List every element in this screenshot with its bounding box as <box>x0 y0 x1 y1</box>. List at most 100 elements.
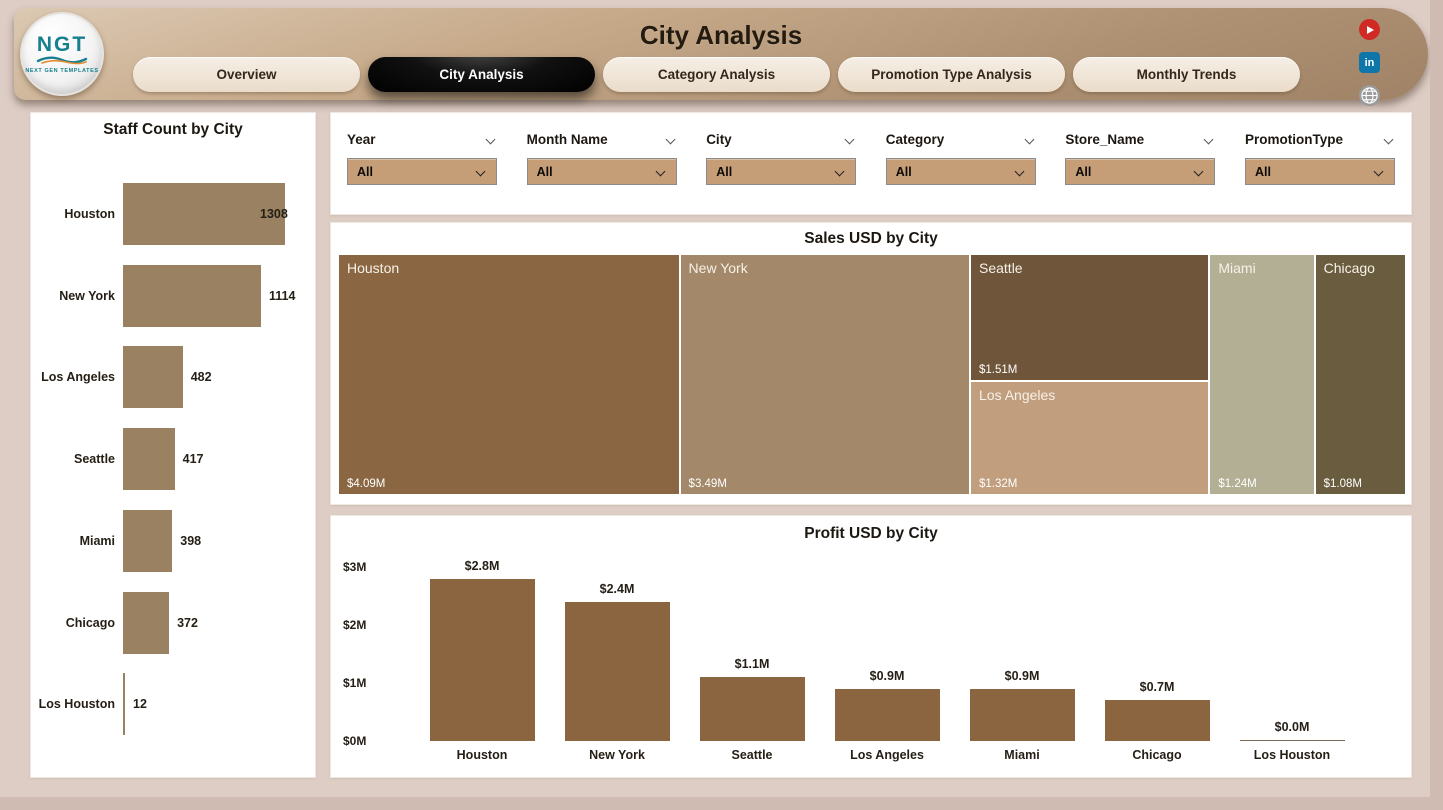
sales-treemap-panel: Sales USD by City Houston$4.09M New York $… <box>330 222 1412 505</box>
tab-overview[interactable]: Overview <box>133 57 360 92</box>
staff-category-label: Chicago <box>31 616 115 630</box>
filter-label: City <box>706 132 732 147</box>
filter-label: PromotionType <box>1245 132 1343 147</box>
chevron-down-icon <box>1194 167 1204 177</box>
profit-bar-seattle[interactable] <box>700 677 805 741</box>
staff-category-label: New York <box>31 289 115 303</box>
treemap-tile-name: New York <box>689 260 748 276</box>
filter-selected-value: All <box>716 165 732 179</box>
header-banner: NGT NEXT GEN TEMPLATES City Analysis Ove… <box>14 8 1428 100</box>
staff-bar[interactable] <box>123 510 172 572</box>
chevron-down-icon[interactable] <box>665 134 675 144</box>
profit-ytick: $0M <box>343 734 366 748</box>
profit-value-label: $2.4M <box>557 582 677 596</box>
staff-value-label: 1114 <box>269 289 295 303</box>
filter-dropdown[interactable]: All <box>886 158 1036 185</box>
chevron-down-icon[interactable] <box>1024 134 1034 144</box>
chevron-down-icon <box>476 167 486 177</box>
filter-header: Store_Name <box>1065 129 1215 149</box>
filter-label: Category <box>886 132 945 147</box>
nav-tabs: OverviewCity AnalysisCategory AnalysisPr… <box>133 57 1300 92</box>
profit-value-label: $0.9M <box>827 669 947 683</box>
treemap-tile-los-angeles[interactable]: Los Angeles $1.32M <box>971 382 1208 494</box>
filter-city: City All <box>706 129 856 214</box>
treemap-tile-seattle[interactable]: Seattle$1.51M <box>971 255 1208 380</box>
staff-bar[interactable] <box>123 346 183 408</box>
tab-city-analysis[interactable]: City Analysis <box>368 57 595 92</box>
profit-value-label: $0.0M <box>1232 720 1352 734</box>
treemap-column: Miami$1.24M <box>1210 255 1313 494</box>
linkedin-icon[interactable]: in <box>1359 52 1380 73</box>
staff-category-label: Los Angeles <box>31 370 115 384</box>
filter-dropdown[interactable]: All <box>347 158 497 185</box>
profit-category-label: Miami <box>957 748 1087 762</box>
staff-bar[interactable] <box>123 673 125 735</box>
profit-value-label: $2.8M <box>422 559 542 573</box>
tab-category-analysis[interactable]: Category Analysis <box>603 57 830 92</box>
profit-chart-title: Profit USD by City <box>331 525 1411 543</box>
staff-row-chicago: Chicago 372 <box>31 582 315 664</box>
profit-bar-chicago[interactable] <box>1105 700 1210 741</box>
chevron-down-icon[interactable] <box>1384 134 1394 144</box>
staff-chart-title: Staff Count by City <box>31 121 315 139</box>
profit-ytick: $1M <box>343 676 366 690</box>
profit-bar-miami[interactable] <box>970 689 1075 741</box>
chevron-down-icon[interactable] <box>486 134 496 144</box>
staff-value-label: 417 <box>183 452 204 466</box>
treemap-tile-houston[interactable]: Houston$4.09M <box>339 255 679 494</box>
profit-bar-los-angeles[interactable] <box>835 689 940 741</box>
treemap-tile-value: $1.32M <box>979 478 1017 490</box>
treemap-column: Seattle$1.51M Los Angeles $1.32M <box>971 255 1208 494</box>
treemap-tile-name: Houston <box>347 260 399 276</box>
staff-bar[interactable] <box>123 265 261 327</box>
treemap-tile-value: $1.08M <box>1324 478 1362 490</box>
profit-category-label: Los Houston <box>1227 748 1357 762</box>
profit-bar-houston[interactable] <box>430 579 535 741</box>
staff-bar[interactable] <box>123 592 169 654</box>
profit-value-label: $1.1M <box>692 657 812 671</box>
staff-value-label: 372 <box>177 616 198 630</box>
staff-category-label: Houston <box>31 207 115 221</box>
treemap-tile-name: Los Angeles <box>979 387 1055 403</box>
filter-dropdown[interactable]: All <box>706 158 856 185</box>
filter-month-name: Month NameAll <box>527 129 677 214</box>
staff-bar[interactable] <box>123 428 175 490</box>
profit-bar-los-houston[interactable] <box>1240 740 1345 742</box>
profit-category-label: Chicago <box>1092 748 1222 762</box>
treemap-tile-miami[interactable]: Miami$1.24M <box>1210 255 1313 494</box>
chevron-down-icon[interactable] <box>1204 134 1214 144</box>
logo-wave-icon <box>36 55 88 65</box>
profit-category-label: Los Angeles <box>822 748 952 762</box>
sales-treemap: Houston$4.09M New York $3.49M Seattle$1.51M… <box>339 255 1405 494</box>
tab-promotion-type-analysis[interactable]: Promotion Type Analysis <box>838 57 1065 92</box>
treemap-tile-chicago[interactable]: Chicago$1.08M <box>1316 255 1405 494</box>
staff-count-panel: Staff Count by City Houston1308 New York 1… <box>30 112 316 778</box>
filter-store-name: Store_Name All <box>1065 129 1215 214</box>
staff-row-houston: Houston1308 <box>31 173 315 255</box>
profit-bar-new-york[interactable] <box>565 602 670 741</box>
sales-chart-title: Sales USD by City <box>331 230 1411 248</box>
filter-selected-value: All <box>537 165 553 179</box>
treemap-tile-value: $3.49M <box>689 478 727 490</box>
staff-row-seattle: Seattle417 <box>31 418 315 500</box>
filter-dropdown[interactable]: All <box>527 158 677 185</box>
tab-monthly-trends[interactable]: Monthly Trends <box>1073 57 1300 92</box>
profit-value-label: $0.7M <box>1097 680 1217 694</box>
filter-dropdown[interactable]: All <box>1245 158 1395 185</box>
treemap-tile-value: $1.24M <box>1218 478 1256 490</box>
profit-category-label: Seattle <box>687 748 817 762</box>
filter-promotiontype: PromotionType All <box>1245 129 1395 214</box>
chevron-down-icon[interactable] <box>845 134 855 144</box>
filter-category: Category All <box>886 129 1036 214</box>
treemap-column: New York $3.49M <box>681 255 969 494</box>
treemap-tile-new-york[interactable]: New York $3.49M <box>681 255 969 494</box>
filter-header: Year <box>347 129 497 149</box>
filter-dropdown[interactable]: All <box>1065 158 1215 185</box>
profit-category-label: New York <box>552 748 682 762</box>
filter-label: Year <box>347 132 376 147</box>
filter-selected-value: All <box>1075 165 1091 179</box>
social-icons: in <box>1359 19 1380 106</box>
globe-icon[interactable] <box>1359 85 1380 106</box>
youtube-icon[interactable] <box>1359 19 1380 40</box>
filter-selected-value: All <box>896 165 912 179</box>
